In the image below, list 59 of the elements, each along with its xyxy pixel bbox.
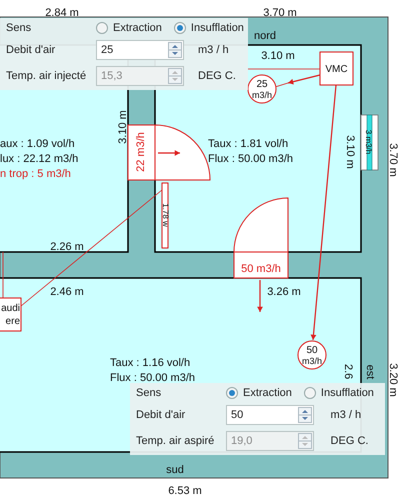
field-label: Sens (136, 387, 162, 399)
dimension-label: 2.46 m (50, 286, 84, 298)
vmc-unit-box (320, 52, 354, 86)
room-stat-text: Flux : 50.00 m3/h (110, 372, 195, 384)
unit-label: DEG C. (330, 435, 370, 447)
connector-line (274, 82, 288, 88)
heater-label: 1.78 w (160, 203, 170, 227)
flow-arrow-icon (158, 150, 180, 156)
radio-option[interactable]: Extraction (96, 22, 162, 34)
field-label: Temp. air injecté (6, 70, 88, 82)
window-flow-label: 3 m3/h (364, 130, 373, 154)
dimension-label: 2.84 m (45, 6, 79, 19)
flow-value: 50 (306, 345, 318, 356)
dimension-label: 3.70 m (263, 6, 297, 19)
radio-option[interactable]: Extraction (226, 387, 292, 399)
room-stat-text: aux : 1.09 vol/h (0, 138, 75, 150)
room-stat-text: Taux : 1.81 vol/h (208, 138, 288, 150)
dimension-label: 3.10 m (344, 135, 356, 169)
spinner-icon[interactable] (168, 42, 182, 58)
radio-option[interactable]: Insufflation (174, 22, 244, 34)
field-label: Debit d'air (6, 44, 56, 56)
flow-arrow-icon (257, 280, 263, 312)
flow-unit: m3/h (252, 90, 272, 100)
room-stat-text: lux : 22.12 m3/h (0, 153, 78, 165)
boiler-label: ere (6, 316, 20, 327)
connector-line (2, 252, 4, 298)
dimension-label: 3.10 m (261, 50, 295, 62)
flow-unit: m3/h (302, 356, 322, 366)
boiler-box (0, 298, 22, 332)
spinner-icon[interactable] (298, 407, 312, 423)
door-flow-label: 50 m3/h (241, 262, 281, 275)
unit-label: m3 / h (198, 44, 230, 56)
flow-circle (248, 74, 276, 104)
room-stat-text: Taux : 1.16 vol/h (110, 357, 190, 369)
radio-option[interactable]: Insufflation (304, 387, 374, 399)
vmc-label: VMC (325, 64, 348, 75)
boiler-label: audi (1, 303, 20, 314)
heater-drawing (162, 182, 168, 248)
dimension-label: 3.10 m (116, 110, 129, 144)
dimension-label: 2.6 (342, 364, 354, 380)
room-stat-text: Flux : 50.00 m3/h (208, 153, 293, 165)
dimension-label: 2.26 m (50, 240, 84, 253)
orientation-label: nord (254, 30, 276, 42)
flow-value: 25 (256, 79, 268, 90)
door-flow-label: 22 m3/h (134, 132, 147, 172)
dimension-label: 3.26 m (267, 286, 301, 298)
orientation-label: sud (166, 464, 184, 476)
field-label: Sens (6, 22, 32, 34)
dimension-label: 6.53 m (168, 484, 202, 497)
orientation-label: est (364, 364, 376, 380)
unit-label: m3 / h (330, 409, 362, 421)
dimension-label: 3.70 m (387, 143, 400, 177)
field-label: Temp. air aspiré (136, 435, 216, 447)
window-drawing (360, 114, 378, 170)
field-label: Debit d'air (136, 409, 186, 421)
unit-label: DEG C. (198, 70, 237, 82)
flow-circle (298, 340, 326, 370)
room-stat-text: n trop : 5 m3/h (0, 168, 71, 180)
dimension-label: 3.20 m (387, 363, 400, 397)
